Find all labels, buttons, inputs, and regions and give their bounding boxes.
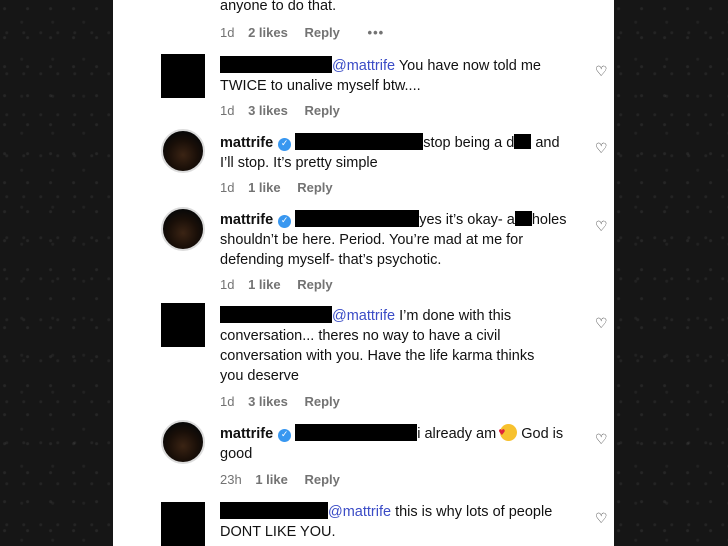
avatar[interactable] [161, 420, 205, 464]
comment-text-line: and [531, 135, 560, 151]
smiling-face-with-hearts-icon [498, 424, 518, 441]
comment-text-line: conversation with you. Have the life kar… [220, 348, 535, 364]
more-options-icon[interactable]: ••• [368, 25, 385, 40]
reply-button[interactable]: Reply [304, 472, 339, 487]
comment-text-line: defending myself- that’s psychotic. [220, 252, 442, 268]
comment-text: @mattrife I’m done with this conversatio… [220, 306, 580, 386]
mention-link[interactable]: @mattrife [332, 58, 395, 74]
likes-count[interactable]: 2 likes [248, 25, 288, 40]
username[interactable]: mattrife [220, 212, 273, 228]
comment-time: 1d [220, 25, 235, 40]
comment-text-line: yes it’s okay- a [419, 212, 515, 228]
redacted-avatar[interactable] [161, 303, 205, 347]
heart-outline-icon[interactable]: ♡ [595, 433, 609, 447]
comments-panel: anyone to do that. 1d 2 likes Reply ••• … [113, 0, 614, 546]
comment-text-line: DONT LIKE YOU. [220, 524, 336, 540]
redacted-username [295, 133, 424, 150]
comment-text-line: I’ll stop. It’s pretty simple [220, 155, 378, 171]
comment-time: 1d [220, 394, 235, 409]
comment-meta: 1d 1 like Reply [220, 180, 333, 195]
comment-time: 1d [220, 103, 235, 118]
likes-count[interactable]: 3 likes [248, 394, 288, 409]
comment-text-line: stop being a d [423, 135, 515, 151]
reply-button[interactable]: Reply [304, 394, 339, 409]
avatar[interactable] [161, 207, 205, 251]
comment-text: @mattrife You have now told me TWICE to … [220, 56, 580, 96]
comment-text-line: You have now told me [395, 58, 541, 74]
reply-button[interactable]: Reply [297, 180, 332, 195]
comment-text: mattrife ✓ stop being a d and I’ll stop. I… [220, 133, 580, 173]
background-right [614, 0, 728, 546]
comment-text: anyone to do that. [220, 0, 580, 16]
censor-block [514, 211, 532, 226]
redacted-username [220, 502, 328, 519]
reply-button[interactable]: Reply [304, 25, 339, 40]
comment-text-line: you deserve [220, 368, 299, 384]
background-left [0, 0, 113, 546]
censor-block [514, 134, 532, 149]
likes-count[interactable]: 3 likes [248, 103, 288, 118]
redacted-username [220, 306, 332, 323]
likes-count[interactable]: 1 like [248, 180, 281, 195]
redacted-avatar[interactable] [161, 54, 205, 98]
comment-text: mattrife ✓ i already am God is good [220, 424, 580, 464]
heart-outline-icon[interactable]: ♡ [595, 142, 609, 156]
comment-text-line: conversation... theres no way to have a … [220, 328, 501, 344]
comment-meta: 1d 1 like Reply [220, 277, 333, 292]
comment-text-line: God is [517, 426, 564, 442]
comment-meta: 1d 3 likes Reply [220, 394, 340, 409]
username[interactable]: mattrife [220, 426, 273, 442]
comment-time: 1d [220, 180, 235, 195]
likes-count[interactable]: 1 like [248, 277, 281, 292]
heart-outline-icon[interactable]: ♡ [595, 220, 609, 234]
verified-badge-icon: ✓ [278, 138, 292, 151]
comment-meta: 1d 3 likes Reply [220, 103, 340, 118]
comment-text-line: anyone to do that. [220, 0, 337, 14]
reply-button[interactable]: Reply [297, 277, 332, 292]
likes-count[interactable]: 1 like [255, 472, 288, 487]
avatar[interactable] [161, 129, 205, 173]
reply-button[interactable]: Reply [304, 103, 339, 118]
redacted-username [220, 56, 332, 73]
comment-meta: 1d 2 likes Reply ••• [220, 25, 384, 40]
comment-text-line: i already am [417, 426, 501, 442]
comment-time: 1d [220, 277, 235, 292]
comment-text-line: good [220, 446, 253, 462]
redacted-username [295, 424, 418, 441]
comment-text: @mattrife this is why lots of people DON… [220, 502, 580, 542]
mention-link[interactable]: @mattrife [332, 308, 395, 324]
comment-meta: 23h 1 like Reply [220, 472, 340, 487]
username[interactable]: mattrife [220, 135, 273, 151]
comment-time: 23h [220, 472, 242, 487]
comment-text: mattrife ✓ yes it’s okay- a holes shouldn’t… [220, 210, 580, 270]
comment-text-line: shouldn’t be here. Period. You’re mad at… [220, 232, 524, 248]
verified-badge-icon: ✓ [278, 429, 292, 442]
heart-outline-icon[interactable]: ♡ [595, 512, 609, 526]
heart-outline-icon[interactable]: ♡ [595, 317, 609, 331]
comment-text-line: TWICE to unalive myself btw.... [220, 78, 421, 94]
comment-text-line: holes [531, 212, 567, 228]
comment-text-line: I’m done with this [395, 308, 512, 324]
redacted-avatar[interactable] [161, 502, 205, 546]
redacted-username [295, 210, 420, 227]
mention-link[interactable]: @mattrife [328, 504, 391, 520]
heart-outline-icon[interactable]: ♡ [595, 65, 609, 79]
verified-badge-icon: ✓ [278, 215, 292, 228]
comment-text-line: this is why lots of people [391, 504, 553, 520]
